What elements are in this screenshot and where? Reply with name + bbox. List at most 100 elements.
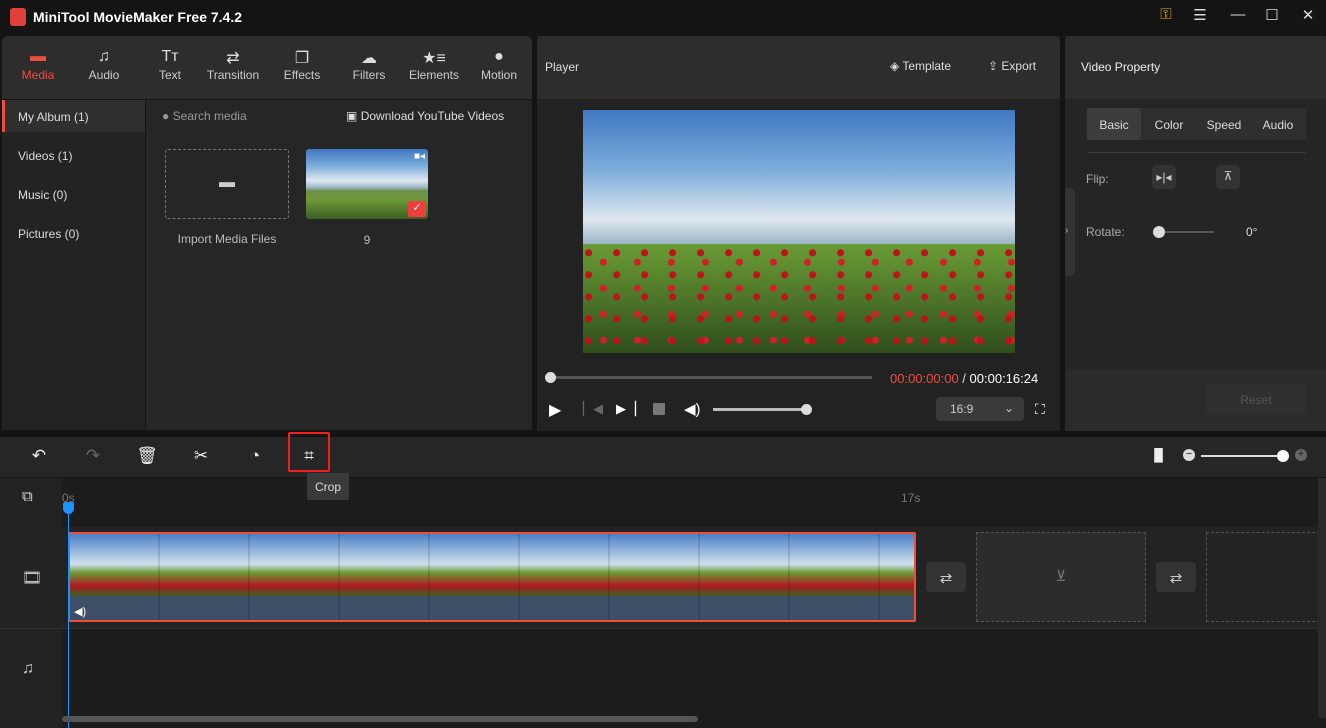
music-track-icon: ♫ — [22, 660, 34, 677]
fit-timeline-icon[interactable]: ▐▌ — [1150, 448, 1167, 462]
crop-tooltip: Crop — [307, 473, 349, 500]
media-clip-thumbnail[interactable]: ■◂ ✓ — [306, 149, 428, 219]
horizontal-scrollbar[interactable] — [62, 716, 698, 722]
layers-icon: ◈ — [890, 59, 900, 73]
key-icon[interactable]: ⚿ — [1154, 6, 1178, 28]
maximize-icon[interactable]: ☐ — [1260, 6, 1284, 28]
export-icon: ⇪ — [988, 59, 999, 73]
rotate-slider[interactable] — [1153, 226, 1214, 238]
app-title: MiniTool MovieMaker Free 7.4.2 — [33, 9, 243, 25]
video-preview — [583, 110, 1015, 353]
tab-elements[interactable]: ★≡ Elements — [401, 36, 467, 99]
flip-vertical-button[interactable]: ⊼ — [1216, 165, 1240, 189]
player-title: Player — [545, 60, 580, 74]
time-display: 00:00:00:00 / 00:00:16:24 — [890, 371, 1039, 386]
delete-icon[interactable]: 🗑 — [135, 446, 159, 466]
video-track-icon: 🎞 — [22, 570, 43, 587]
tab-text[interactable]: Tт Text — [137, 36, 203, 99]
tab-filters[interactable]: ☁ Filters — [336, 36, 402, 99]
music-icon: ♫ — [98, 48, 110, 65]
previous-frame-icon[interactable]: ▏◀ — [583, 401, 603, 417]
seek-handle[interactable] — [545, 372, 556, 383]
tab-speed[interactable]: Speed — [1197, 118, 1251, 132]
rotate-value: 0° — [1246, 225, 1258, 239]
chevron-down-icon: ⌄ — [1003, 401, 1014, 415]
reset-button[interactable]: Reset — [1206, 384, 1306, 415]
rotate-handle[interactable] — [1153, 226, 1165, 238]
speed-icon[interactable]: ◔ — [243, 446, 267, 466]
tab-motion[interactable]: ● Motion — [466, 36, 532, 99]
search-icon: ● — [162, 109, 170, 123]
flip-horizontal-icon: ▸|◂ — [1156, 170, 1172, 184]
fullscreen-icon[interactable]: ⛶ — [1035, 401, 1045, 418]
add-track-icon[interactable]: ⧉ — [22, 488, 33, 505]
download-icon: ⊻ — [1055, 568, 1067, 585]
next-frame-icon[interactable]: ▶▕ — [616, 401, 636, 417]
crop-icon[interactable]: ⌗ — [297, 446, 321, 466]
template-button[interactable]: ◈ Template — [890, 59, 951, 73]
ruler-label: 17s — [901, 491, 921, 505]
album-sidebar: My Album (1) Videos (1) Music (0) Pictur… — [2, 100, 145, 430]
seek-bar[interactable] — [545, 372, 872, 383]
download-youtube-button[interactable]: ▣ Download YouTube Videos — [346, 109, 504, 123]
total-time: 00:00:16:24 — [969, 371, 1039, 386]
search-media[interactable]: ● Search media — [162, 109, 247, 123]
vertical-scrollbar[interactable] — [1318, 478, 1326, 718]
empty-clip-slot[interactable]: ⊻ — [976, 532, 1146, 622]
aspect-ratio-select[interactable]: 16:9 ⌄ — [936, 397, 1024, 421]
volume-slider[interactable] — [713, 404, 812, 415]
media-toolbar: ▬ Media ♫ Audio Tт Text ⇄ Transition ❐ Effect… — [2, 36, 532, 99]
tab-audio-property[interactable]: Audio — [1251, 118, 1305, 132]
redo-icon[interactable]: ↷ — [81, 446, 105, 466]
clip-name: 9 — [363, 233, 371, 247]
zoom-out-icon[interactable]: − — [1183, 449, 1195, 461]
export-button[interactable]: ⇪ Export — [988, 59, 1036, 73]
close-icon[interactable]: ✕ — [1296, 6, 1320, 28]
tab-transition[interactable]: ⇄ Transition — [200, 36, 266, 99]
minimize-icon[interactable]: — — [1226, 6, 1250, 28]
tab-basic[interactable]: Basic — [1087, 108, 1141, 140]
playhead[interactable] — [68, 506, 69, 728]
property-tabs: Basic Color Speed Audio — [1087, 108, 1306, 140]
title-bar: MiniTool MovieMaker Free 7.4.2 ⚿ ☰ — ☐ ✕ — [0, 0, 1326, 35]
folder-icon: ▬ — [219, 174, 235, 191]
zoom-in-icon[interactable]: + — [1295, 449, 1307, 461]
motion-icon: ● — [494, 48, 504, 65]
tab-media[interactable]: ▬ Media — [5, 36, 71, 99]
playhead-handle[interactable] — [63, 502, 74, 514]
zoom-handle[interactable] — [1277, 450, 1289, 462]
sidebar-item-music[interactable]: Music (0) — [2, 178, 145, 210]
transition-slot[interactable]: ⇄ — [926, 562, 966, 592]
transition-slot[interactable]: ⇄ — [1156, 562, 1196, 592]
flip-horizontal-button[interactable]: ▸|◂ — [1152, 165, 1176, 189]
sidebar-item-videos[interactable]: Videos (1) — [2, 139, 145, 171]
sidebar-item-pictures[interactable]: Pictures (0) — [2, 217, 145, 249]
property-title: Video Property — [1081, 60, 1161, 74]
clip-volume-icon[interactable]: ◀) — [74, 605, 86, 618]
empty-clip-slot[interactable] — [1206, 532, 1320, 622]
tab-effects[interactable]: ❐ Effects — [269, 36, 335, 99]
text-icon: Tт — [161, 48, 179, 65]
tab-audio[interactable]: ♫ Audio — [71, 36, 137, 99]
video-clip[interactable]: ◀) — [68, 532, 916, 622]
volume-icon[interactable]: ◀) — [684, 400, 701, 418]
tab-color[interactable]: Color — [1141, 118, 1197, 132]
flip-label: Flip: — [1086, 172, 1109, 186]
rotate-label: Rotate: — [1086, 225, 1125, 239]
folder-icon: ▬ — [30, 48, 46, 65]
play-icon[interactable]: ▶ — [549, 400, 561, 420]
import-media-button[interactable]: ▬ — [165, 149, 289, 219]
collapse-panel-toggle[interactable]: › — [1065, 188, 1075, 276]
zoom-slider[interactable] — [1201, 450, 1289, 462]
added-check-icon: ✓ — [408, 201, 426, 217]
sidebar-item-my-album[interactable]: My Album (1) — [2, 100, 145, 132]
video-camera-icon: ■◂ — [413, 151, 425, 162]
split-icon[interactable]: ✂ — [189, 446, 213, 466]
volume-handle[interactable] — [801, 404, 812, 415]
poppy-field — [583, 243, 1015, 353]
menu-icon[interactable]: ☰ — [1188, 6, 1212, 28]
import-label: Import Media Files — [177, 232, 277, 246]
undo-icon[interactable]: ↶ — [27, 446, 51, 466]
stop-icon[interactable] — [653, 403, 665, 415]
filters-icon: ☁ — [361, 50, 377, 67]
